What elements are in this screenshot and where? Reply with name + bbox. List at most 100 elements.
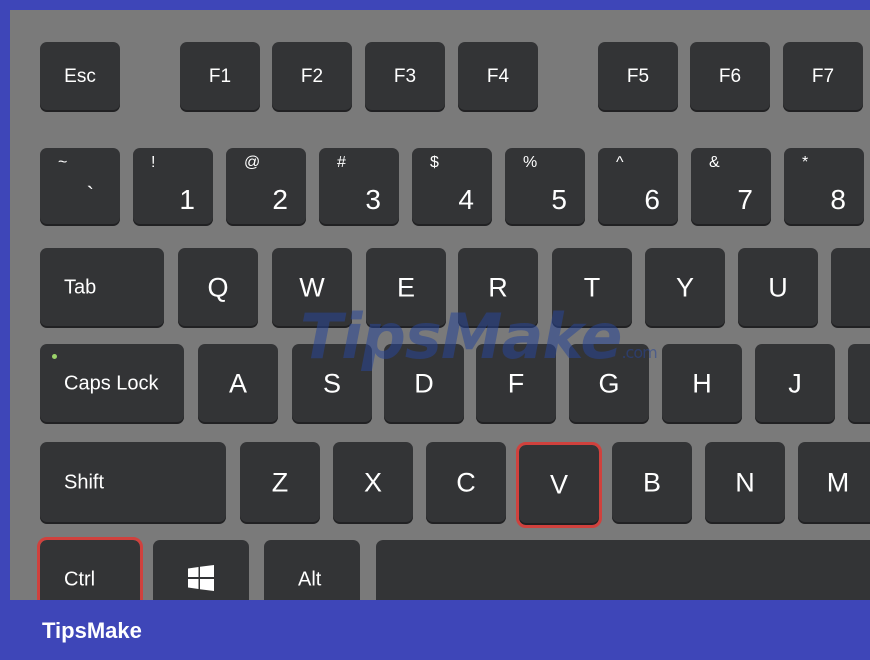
key-label: D	[414, 368, 434, 399]
key-shift-symbol: ~	[58, 154, 68, 171]
key-label: F4	[486, 66, 510, 87]
key-u[interactable]: U	[738, 248, 818, 328]
key-label: F2	[300, 66, 324, 87]
key-f5[interactable]: F5	[598, 42, 678, 112]
key-label: 3	[365, 184, 381, 215]
key-q[interactable]: Q	[178, 248, 258, 328]
key-a[interactable]: A	[198, 344, 278, 424]
key-ctrl-highlighted[interactable]: Ctrl	[37, 537, 143, 600]
key-label: F1	[208, 66, 232, 87]
key-e[interactable]: E	[366, 248, 446, 328]
key-r[interactable]: R	[458, 248, 538, 328]
brand-bar: TipsMake	[10, 600, 870, 660]
key-f4[interactable]: F4	[458, 42, 538, 112]
key-2[interactable]: @2	[226, 148, 306, 226]
key-label: W	[299, 272, 325, 303]
key-v-highlighted[interactable]: V	[516, 442, 602, 528]
key-label: H	[692, 368, 712, 399]
key-5[interactable]: % 5	[505, 148, 585, 226]
key-label: Y	[675, 272, 694, 303]
key-y[interactable]: Y	[645, 248, 725, 328]
key-label: Q	[207, 272, 229, 303]
key-label: V	[549, 469, 568, 500]
key-z[interactable]: Z	[240, 442, 320, 524]
key-shift-symbol: $	[430, 154, 439, 171]
key-4[interactable]: $4	[412, 148, 492, 226]
caps-lock-indicator-icon	[52, 354, 57, 359]
key-shift-symbol: ^	[616, 154, 624, 171]
key-label: B	[642, 467, 661, 498]
key-f7[interactable]: F7	[783, 42, 863, 112]
brand-logo-text: TipsMake	[42, 618, 142, 643]
key-d[interactable]: D	[384, 344, 464, 424]
key-windows[interactable]	[153, 540, 249, 600]
key-f3[interactable]: F3	[365, 42, 445, 112]
key-6[interactable]: ^ 6	[598, 148, 678, 226]
key-shift-symbol: !	[151, 154, 156, 171]
windows-logo-icon	[188, 565, 214, 591]
key-label: C	[456, 467, 476, 498]
key-g[interactable]: G	[569, 344, 649, 424]
key-shift-symbol: #	[337, 154, 346, 171]
key-shift-symbol: &	[709, 154, 720, 171]
key-label: 6	[644, 184, 660, 215]
key-label: F5	[626, 66, 650, 87]
key-label: F6	[718, 66, 742, 87]
key-label: J	[788, 368, 802, 399]
key-caps-lock[interactable]: Caps Lock	[40, 344, 184, 424]
key-shift[interactable]: Shift	[40, 442, 226, 524]
key-label: N	[735, 467, 755, 498]
key-label: `	[86, 182, 94, 207]
key-8[interactable]: * 8	[784, 148, 864, 226]
key-label: Ctrl	[64, 568, 96, 591]
key-label: X	[363, 467, 382, 498]
key-f1[interactable]: F1	[180, 42, 260, 112]
key-label: Caps Lock	[64, 372, 159, 395]
key-label: Alt	[298, 568, 322, 591]
key-shift-symbol: @	[244, 154, 261, 171]
key-space[interactable]	[376, 540, 870, 600]
key-alt[interactable]: Alt	[264, 540, 360, 600]
key-backtick[interactable]: ~ `	[40, 148, 120, 226]
keyboard: Esc F1 F2 F3 F4 F5 F6 F7 ~ ` ! 1 @2 #3 $4 …	[10, 10, 870, 600]
key-label: 5	[551, 184, 567, 215]
key-n[interactable]: N	[705, 442, 785, 524]
key-h[interactable]: H	[662, 344, 742, 424]
key-f[interactable]: F	[476, 344, 556, 424]
key-label: R	[488, 272, 508, 303]
key-label: U	[768, 272, 788, 303]
key-t[interactable]: T	[552, 248, 632, 328]
key-f2[interactable]: F2	[272, 42, 352, 112]
key-label: 2	[272, 184, 288, 215]
key-label: 1	[179, 184, 195, 215]
key-j[interactable]: J	[755, 344, 835, 424]
key-label: F3	[393, 66, 417, 87]
key-x[interactable]: X	[333, 442, 413, 524]
key-label: 8	[830, 184, 846, 215]
key-label: T	[583, 272, 601, 303]
key-7[interactable]: & 7	[691, 148, 771, 226]
key-i-partial[interactable]	[831, 248, 870, 328]
key-label: Tab	[64, 276, 97, 299]
key-label: Esc	[64, 66, 96, 87]
key-f6[interactable]: F6	[690, 42, 770, 112]
key-label: E	[396, 272, 415, 303]
key-label: S	[322, 368, 341, 399]
key-k-partial[interactable]	[848, 344, 870, 424]
key-shift-symbol: %	[523, 154, 538, 171]
key-s[interactable]: S	[292, 344, 372, 424]
key-esc[interactable]: Esc	[40, 42, 120, 112]
key-m[interactable]: M	[798, 442, 870, 524]
key-shift-symbol: *	[802, 154, 809, 171]
key-label: F7	[811, 66, 835, 87]
key-c[interactable]: C	[426, 442, 506, 524]
key-label: A	[228, 368, 247, 399]
key-tab[interactable]: Tab	[40, 248, 164, 328]
key-b[interactable]: B	[612, 442, 692, 524]
key-3[interactable]: #3	[319, 148, 399, 226]
key-label: M	[826, 467, 850, 498]
key-w[interactable]: W	[272, 248, 352, 328]
key-label: 7	[737, 184, 753, 215]
key-label: Shift	[64, 471, 105, 494]
key-1[interactable]: ! 1	[133, 148, 213, 226]
